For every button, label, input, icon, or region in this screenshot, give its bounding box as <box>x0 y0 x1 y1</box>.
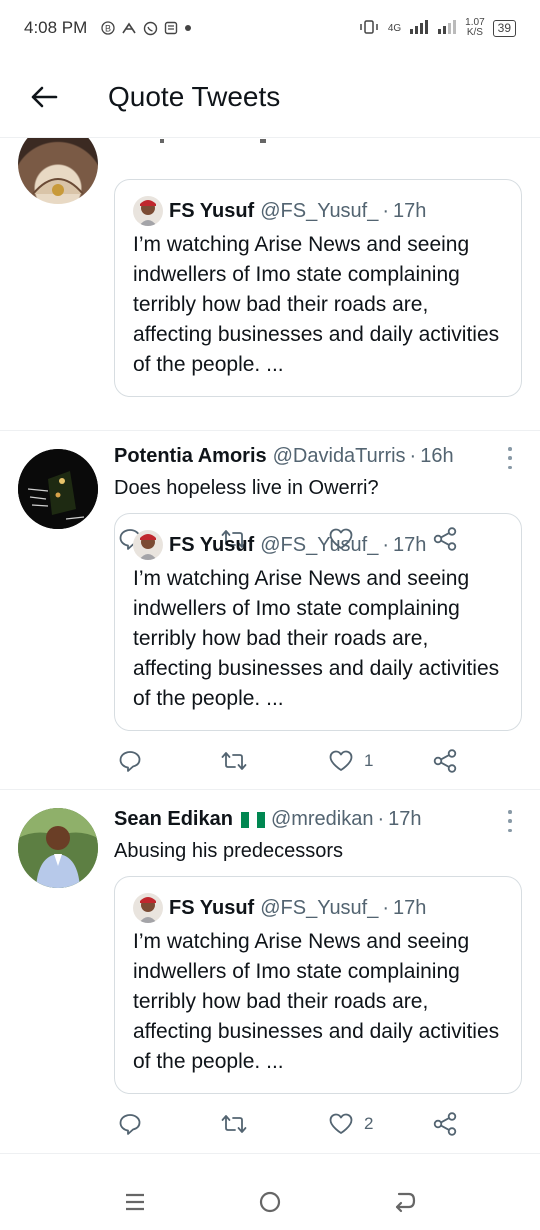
svg-text:B: B <box>105 24 111 34</box>
heart-icon <box>329 1113 353 1134</box>
signal-icon <box>409 19 429 38</box>
nigeria-flag-icon <box>240 811 265 828</box>
whatsapp-icon <box>143 21 158 36</box>
more-options-button[interactable] <box>505 810 515 832</box>
quoted-tweet-card[interactable]: FS Yusuf @FS_Yusuf_ · 17h I’m watching A… <box>114 179 522 397</box>
tweet-text: Abusing his predecessors <box>114 840 344 862</box>
quoted-timestamp: 17h <box>393 533 427 556</box>
quoted-author-name: FS Yusuf <box>169 533 255 556</box>
tweet-text <box>160 138 300 155</box>
quoted-author-name: FS Yusuf <box>169 199 255 222</box>
quoted-timestamp: 17h <box>393 896 427 919</box>
quoted-author-handle: @FS_Yusuf_ <box>260 199 379 222</box>
reply-button[interactable] <box>118 1109 142 1139</box>
retweet-button[interactable] <box>220 1109 248 1139</box>
heart-icon <box>329 750 353 771</box>
share-icon <box>433 749 457 773</box>
separator: · <box>382 199 390 222</box>
separator: · <box>382 533 390 556</box>
retweet-icon <box>221 1115 247 1133</box>
more-options-button[interactable] <box>505 447 515 469</box>
quoted-tweet-header: FS Yusuf @FS_Yusuf_ · 17h <box>133 196 426 226</box>
home-button[interactable] <box>250 1182 290 1222</box>
author-handle[interactable]: @mredikan <box>271 808 374 831</box>
reply-icon <box>119 751 141 772</box>
quoted-avatar <box>133 893 163 923</box>
recent-apps-button[interactable] <box>115 1182 155 1222</box>
quoted-tweet-header: FS Yusuf @FS_Yusuf_ · 17h <box>133 893 426 923</box>
tweet-actions: 2 <box>114 1109 474 1139</box>
quoted-timestamp: 17h <box>393 199 427 222</box>
status-bar: 4:08 PM B 4G 1.07 K/S 39 <box>0 0 540 56</box>
tweet-item[interactable]: Sean Edikan @mredikan · 17h Abusing his … <box>0 790 540 1153</box>
system-navigation-bar <box>0 1153 540 1230</box>
quoted-tweet-card[interactable]: FS Yusuf @FS_Yusuf_ · 17h I’m watching A… <box>114 513 522 731</box>
network-type: 4G <box>387 22 402 34</box>
quoted-avatar <box>133 530 163 560</box>
page-title: Quote Tweets <box>108 80 281 112</box>
tweet-header: Potentia Amoris @DavidaTurris · 16h <box>114 445 520 468</box>
tweet-header: Sean Edikan @mredikan · 17h <box>114 808 520 831</box>
tweet-item[interactable]: Potentia Amoris @DavidaTurris · 16h Does… <box>0 431 540 790</box>
tweet-actions: 1 <box>114 746 474 776</box>
notification-b-icon: B <box>101 21 115 35</box>
more-vertical-icon <box>508 447 512 451</box>
share-icon <box>433 1112 457 1136</box>
timestamp: 17h <box>388 808 422 830</box>
home-circle-icon <box>259 1191 281 1213</box>
vibrate-icon <box>358 19 380 38</box>
like-button[interactable]: 1 <box>328 746 373 776</box>
share-button[interactable] <box>432 746 458 776</box>
quoted-author-handle: @FS_Yusuf_ <box>260 533 379 556</box>
avatar[interactable] <box>18 449 98 529</box>
quoted-tweet-header: FS Yusuf @FS_Yusuf_ · 17h <box>133 530 426 560</box>
quoted-tweet-text: I’m watching Arise News and seeing indwe… <box>133 233 500 376</box>
tweet-item[interactable]: FS Yusuf @FS_Yusuf_ · 17h I’m watching A… <box>0 138 540 551</box>
quoted-author-handle: @FS_Yusuf_ <box>260 896 379 919</box>
avatar[interactable] <box>18 808 98 888</box>
avatar[interactable] <box>18 138 98 204</box>
author-handle[interactable]: @DavidaTurris <box>273 445 406 468</box>
timestamp: 16h <box>420 445 454 467</box>
share-button[interactable] <box>432 1109 458 1139</box>
message-icon <box>164 21 178 35</box>
author-name[interactable]: Potentia Amoris <box>114 445 267 468</box>
like-count: 1 <box>364 751 374 770</box>
back-button[interactable] <box>24 77 64 117</box>
dot-icon <box>184 24 192 32</box>
reply-icon <box>119 1114 141 1135</box>
quote-tweets-feed[interactable]: FS Yusuf @FS_Yusuf_ · 17h I’m watching A… <box>0 138 540 1153</box>
quoted-author-name: FS Yusuf <box>169 896 255 919</box>
menu-icon <box>126 1193 144 1211</box>
quoted-tweet-text: I’m watching Arise News and seeing indwe… <box>133 567 500 710</box>
author-name[interactable]: Sean Edikan <box>114 808 233 831</box>
notification-app-icon <box>121 21 137 35</box>
more-vertical-icon <box>508 810 512 814</box>
signal-2-icon <box>437 19 457 38</box>
network-speed: 1.07 K/S <box>465 17 485 38</box>
quoted-avatar <box>133 196 163 226</box>
quoted-tweet-card[interactable]: FS Yusuf @FS_Yusuf_ · 17h I’m watching A… <box>114 876 522 1094</box>
back-nav-button[interactable] <box>385 1182 425 1222</box>
like-count: 2 <box>364 1114 374 1133</box>
separator: · <box>377 808 385 830</box>
app-header: Quote Tweets <box>0 56 540 138</box>
quoted-tweet-text: I’m watching Arise News and seeing indwe… <box>133 930 500 1073</box>
like-button[interactable]: 2 <box>328 1109 373 1139</box>
status-time: 4:08 PM <box>24 18 88 37</box>
arrow-left-icon <box>31 86 58 107</box>
retweet-icon <box>221 752 247 770</box>
tweet-text: Does hopeless live in Owerri? <box>114 477 379 499</box>
separator: · <box>409 445 417 467</box>
back-nav-icon <box>395 1192 416 1213</box>
reply-button[interactable] <box>118 746 142 776</box>
battery-indicator: 39 <box>492 19 516 37</box>
separator: · <box>382 896 390 919</box>
retweet-button[interactable] <box>220 746 248 776</box>
